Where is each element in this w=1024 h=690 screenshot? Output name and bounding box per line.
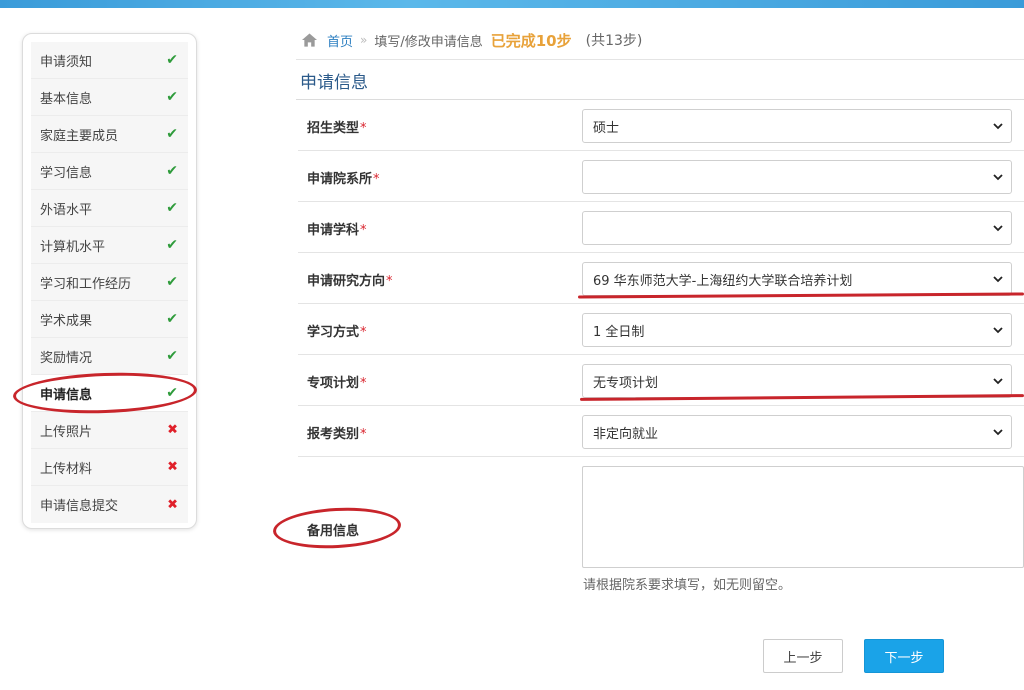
sidebar-item-family[interactable]: 家庭主要成员 ✔: [31, 116, 188, 153]
sidebar-item-label: 奖励情况: [40, 350, 93, 366]
chevron-down-icon: [993, 276, 1003, 283]
page-title: 申请信息: [300, 73, 368, 93]
step-sidebar: 申请须知 ✔ 基本信息 ✔ 家庭主要成员 ✔ 学习信息 ✔ 外语水平 ✔ 计算机…: [22, 33, 197, 529]
sidebar-item-photo[interactable]: 上传照片 ✖: [31, 412, 188, 449]
field-label: 学习方式*: [307, 325, 367, 340]
sidebar-item-label: 上传照片: [40, 424, 93, 440]
backup-info-textarea[interactable]: [582, 466, 1024, 568]
check-icon: ✔: [166, 274, 178, 290]
breadcrumb-home-link[interactable]: 首页: [327, 31, 353, 50]
field-label: 申请学科*: [307, 223, 367, 238]
field-label: 专项计划*: [307, 376, 367, 391]
check-icon: ✔: [166, 311, 178, 327]
total-steps-text: (共13步): [585, 33, 643, 49]
sidebar-item-label: 申请须知: [40, 54, 93, 70]
annotation-circle-backup: [272, 504, 402, 552]
apply-category-select[interactable]: 非定向就业: [582, 415, 1012, 449]
cross-icon: ✖: [167, 422, 178, 438]
sidebar-item-awards[interactable]: 奖励情况 ✔: [31, 338, 188, 375]
form-row-apply-category: 报考类别* 非定向就业: [298, 406, 1024, 457]
sidebar-item-academic[interactable]: 学术成果 ✔: [31, 301, 188, 338]
check-icon: ✔: [166, 89, 178, 105]
breadcrumb-current: 填写/修改申请信息: [374, 34, 483, 50]
check-icon: ✔: [166, 126, 178, 142]
form-row-study-mode: 学习方式* 1 全日制: [298, 304, 1024, 355]
select-value: 非定向就业: [593, 426, 659, 442]
cross-icon: ✖: [167, 459, 178, 475]
sidebar-item-label: 学习和工作经历: [40, 276, 132, 292]
sidebar-item-label: 申请信息提交: [40, 499, 119, 514]
discipline-select[interactable]: [582, 211, 1012, 245]
research-direction-select[interactable]: 69 华东师范大学-上海纽约大学联合培养计划: [582, 262, 1012, 296]
breadcrumb-separator: »: [360, 33, 368, 47]
sidebar-item-study[interactable]: 学习信息 ✔: [31, 153, 188, 190]
breadcrumb: 首页 » 填写/修改申请信息 已完成10步 (共13步): [302, 30, 642, 50]
divider: [296, 59, 1024, 60]
field-label: 申请院系所*: [307, 172, 380, 187]
special-plan-select[interactable]: 无专项计划: [582, 364, 1012, 398]
cross-icon: ✖: [167, 497, 178, 512]
sidebar-item-materials[interactable]: 上传材料 ✖: [31, 449, 188, 486]
form-row-discipline: 申请学科*: [298, 202, 1024, 253]
prev-step-button[interactable]: 上一步: [763, 639, 843, 673]
sidebar-item-submit[interactable]: 申请信息提交 ✖: [31, 486, 188, 523]
sidebar-item-label: 学习信息: [40, 165, 93, 181]
sidebar-item-label: 学术成果: [40, 313, 93, 329]
sidebar-item-label: 上传材料: [40, 461, 93, 477]
check-icon: ✔: [166, 237, 178, 253]
sidebar-item-basic-info[interactable]: 基本信息 ✔: [31, 79, 188, 116]
study-mode-select[interactable]: 1 全日制: [582, 313, 1012, 347]
field-label: 招生类型*: [307, 121, 367, 136]
help-text: 请根据院系要求填写，如无则留空。: [583, 578, 792, 593]
sidebar-item-language[interactable]: 外语水平 ✔: [31, 190, 188, 227]
sidebar-item-computer[interactable]: 计算机水平 ✔: [31, 227, 188, 264]
select-value: 1 全日制: [593, 324, 645, 340]
sidebar-item-label: 基本信息: [40, 91, 93, 107]
chevron-down-icon: [993, 429, 1003, 436]
check-icon: ✔: [166, 52, 178, 68]
enroll-type-select[interactable]: 硕士: [582, 109, 1012, 143]
top-banner-strip: [0, 0, 1024, 8]
sidebar-item-experience[interactable]: 学习和工作经历 ✔: [31, 264, 188, 301]
sidebar-item-label: 外语水平: [40, 202, 93, 218]
home-icon: [302, 33, 317, 47]
chevron-down-icon: [993, 225, 1003, 232]
form-row-department: 申请院系所*: [298, 151, 1024, 202]
sidebar-item-notice[interactable]: 申请须知 ✔: [31, 42, 188, 79]
next-step-button[interactable]: 下一步: [864, 639, 944, 673]
select-value: 69 华东师范大学-上海纽约大学联合培养计划: [593, 273, 853, 289]
field-label: 报考类别*: [307, 427, 367, 442]
progress-text: 已完成10步: [490, 31, 572, 50]
sidebar-item-label: 家庭主要成员: [40, 128, 119, 144]
sidebar-item-label: 计算机水平: [40, 239, 106, 255]
chevron-down-icon: [993, 378, 1003, 385]
chevron-down-icon: [993, 174, 1003, 181]
chevron-down-icon: [993, 123, 1003, 130]
check-icon: ✔: [166, 163, 178, 179]
select-value: 无专项计划: [593, 375, 659, 391]
chevron-down-icon: [993, 327, 1003, 334]
check-icon: ✔: [166, 348, 178, 364]
department-select[interactable]: [582, 160, 1012, 194]
select-value: 硕士: [593, 120, 620, 136]
check-icon: ✔: [166, 200, 178, 216]
field-label: 申请研究方向*: [307, 274, 393, 289]
form-row-enroll-type: 招生类型* 硕士: [298, 100, 1024, 151]
